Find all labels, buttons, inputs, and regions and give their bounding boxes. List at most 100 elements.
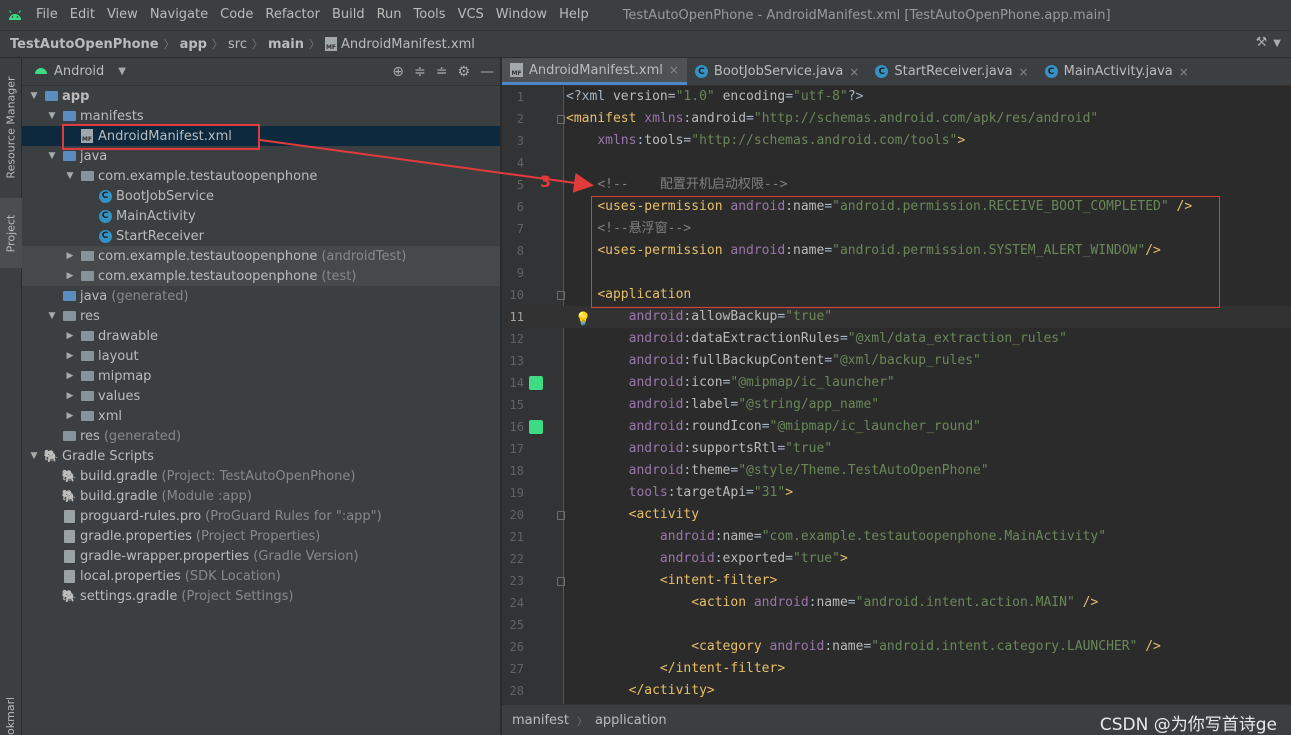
close-icon[interactable]: × [849,65,859,79]
code-line[interactable]: 20 <activity [502,504,1291,526]
code-line[interactable]: 11 💡 android:allowBackup="true" [502,306,1291,328]
menu-code[interactable]: Code [214,0,259,30]
tree-item-gradle-scripts[interactable]: ▼ 🐘 Gradle Scripts [22,446,500,466]
tab-project[interactable]: Project [0,198,22,268]
chevron-right-icon[interactable]: ▶ [64,411,76,421]
code-breadcrumb-manifest[interactable]: manifest [512,713,569,728]
chevron-right-icon[interactable]: ▶ [64,351,76,361]
breadcrumb-file[interactable]: AndroidManifest.xml [341,37,475,52]
code-line[interactable]: 17 android:supportsRtl="true" [502,438,1291,460]
code-editor[interactable]: 1 <?xml version="1.0" encoding="utf-8"?> 2… [502,86,1291,704]
hammer-build-icon[interactable]: ⚒ [1256,35,1268,53]
code-line[interactable]: 1 <?xml version="1.0" encoding="utf-8"?> [502,86,1291,108]
tree-item-package-androidtest[interactable]: ▶ com.example.testautoopenphone (android… [22,246,500,266]
menu-help[interactable]: Help [553,0,595,30]
menu-build[interactable]: Build [326,0,371,30]
menu-edit[interactable]: Edit [64,0,101,30]
expand-all-icon[interactable]: ≑ [414,64,426,80]
collapse-all-icon[interactable]: ≐ [436,64,448,80]
breadcrumb-main[interactable]: main [268,37,304,52]
code-line[interactable]: 18 android:theme="@style/Theme.TestAutoO… [502,460,1291,482]
tab-startreceiver[interactable]: C StartReceiver.java × [867,58,1036,85]
tree-item-build-gradle-project[interactable]: 🐘 build.gradle (Project: TestAutoOpenPho… [22,466,500,486]
menu-tools[interactable]: Tools [408,0,452,30]
menu-refactor[interactable]: Refactor [259,0,326,30]
breadcrumb-project[interactable]: TestAutoOpenPhone [10,37,159,52]
tree-item-startreceiver[interactable]: C StartReceiver [22,226,500,246]
code-line[interactable]: 14 android:icon="@mipmap/ic_launcher" [502,372,1291,394]
close-icon[interactable]: × [1179,65,1189,79]
fold-icon[interactable] [557,511,565,520]
code-line[interactable]: 19 tools:targetApi="31"> [502,482,1291,504]
tree-item-bootjobservice[interactable]: C BootJobService [22,186,500,206]
close-icon[interactable]: × [1019,65,1029,79]
code-line[interactable]: 4 [502,152,1291,174]
chevron-down-icon[interactable]: ▼ [46,111,58,121]
tree-item-app[interactable]: ▼ app [22,86,500,106]
code-line[interactable]: 25 [502,614,1291,636]
chevron-down-icon[interactable]: ▼ [46,151,58,161]
fold-icon[interactable] [557,577,565,586]
fold-icon[interactable] [557,291,565,300]
tree-item-xml[interactable]: ▶ xml [22,406,500,426]
code-line[interactable]: 27 </intent-filter> [502,658,1291,680]
code-line[interactable]: 28 </activity> [502,680,1291,702]
menu-window[interactable]: Window [490,0,553,30]
tree-item-gradle-properties[interactable]: gradle.properties (Project Properties) [22,526,500,546]
code-line[interactable]: 5 <!-- 配置开机启动权限--> [502,174,1291,196]
code-line[interactable]: 12 android:dataExtractionRules="@xml/dat… [502,328,1291,350]
tree-item-values[interactable]: ▶ values [22,386,500,406]
tree-item-settings-gradle[interactable]: 🐘 settings.gradle (Project Settings) [22,586,500,606]
close-icon[interactable]: × [669,63,679,77]
chevron-right-icon[interactable]: ▶ [64,391,76,401]
code-line[interactable]: 23 <intent-filter> [502,570,1291,592]
tab-resource-manager[interactable]: Resource Manager [0,62,22,192]
locate-icon[interactable]: ⊕ [392,64,404,80]
code-line[interactable]: 15 android:label="@string/app_name" [502,394,1291,416]
chevron-right-icon[interactable]: ▶ [64,251,76,261]
tree-item-build-gradle-module[interactable]: 🐘 build.gradle (Module :app) [22,486,500,506]
code-line[interactable]: 24 <action android:name="android.intent.… [502,592,1291,614]
menu-navigate[interactable]: Navigate [144,0,214,30]
tree-item-gradle-wrapper-properties[interactable]: gradle-wrapper.properties (Gradle Versio… [22,546,500,566]
chevron-down-icon[interactable]: ▼ [118,66,126,77]
tab-bookmarks[interactable]: Bookmarks [0,698,22,735]
menu-run[interactable]: Run [371,0,408,30]
code-line[interactable]: 2 <manifest xmlns:android="http://schemas… [502,108,1291,130]
tree-item-package-test[interactable]: ▶ com.example.testautoopenphone (test) [22,266,500,286]
breadcrumb-src[interactable]: src [228,37,247,52]
tree-item-proguard-rules[interactable]: proguard-rules.pro (ProGuard Rules for "… [22,506,500,526]
tree-item-manifests[interactable]: ▼ manifests [22,106,500,126]
chevron-down-icon[interactable]: ▼ [46,311,58,321]
view-mode-selector[interactable]: Android [54,64,104,79]
tree-item-layout[interactable]: ▶ layout [22,346,500,366]
tab-bootjobservice[interactable]: C BootJobService.java × [687,58,867,85]
tab-mainactivity[interactable]: C MainActivity.java × [1037,58,1197,85]
breadcrumb-app[interactable]: app [180,37,207,52]
tree-item-mipmap[interactable]: ▶ mipmap [22,366,500,386]
chevron-right-icon[interactable]: ▶ [64,271,76,281]
chevron-right-icon[interactable]: ▶ [64,331,76,341]
menu-view[interactable]: View [101,0,144,30]
menu-file[interactable]: File [30,0,64,30]
chevron-down-icon[interactable]: ▼ [64,171,76,181]
code-line[interactable]: 26 <category android:name="android.inten… [502,636,1291,658]
chevron-down-icon[interactable]: ▼ [1273,35,1281,53]
code-breadcrumb-application[interactable]: application [595,713,667,728]
chevron-right-icon[interactable]: ▶ [64,371,76,381]
tab-android-manifest[interactable]: MF AndroidManifest.xml × [502,58,687,85]
menu-vcs[interactable]: VCS [452,0,490,30]
fold-icon[interactable] [557,115,565,124]
tree-item-drawable[interactable]: ▶ drawable [22,326,500,346]
tree-item-local-properties[interactable]: local.properties (SDK Location) [22,566,500,586]
tree-item-res-generated[interactable]: res (generated) [22,426,500,446]
gear-icon[interactable]: ⚙ [457,64,470,80]
code-line[interactable]: 3 xmlns:tools="http://schemas.android.co… [502,130,1291,152]
tree-item-mainactivity[interactable]: C MainActivity [22,206,500,226]
code-line[interactable]: 22 android:exported="true"> [502,548,1291,570]
code-line[interactable]: 16 android:roundIcon="@mipmap/ic_launche… [502,416,1291,438]
chevron-down-icon[interactable]: ▼ [28,91,40,101]
minimize-icon[interactable]: — [480,64,494,80]
tree-item-package[interactable]: ▼ com.example.testautoopenphone [22,166,500,186]
code-line[interactable]: 13 android:fullBackupContent="@xml/backu… [502,350,1291,372]
